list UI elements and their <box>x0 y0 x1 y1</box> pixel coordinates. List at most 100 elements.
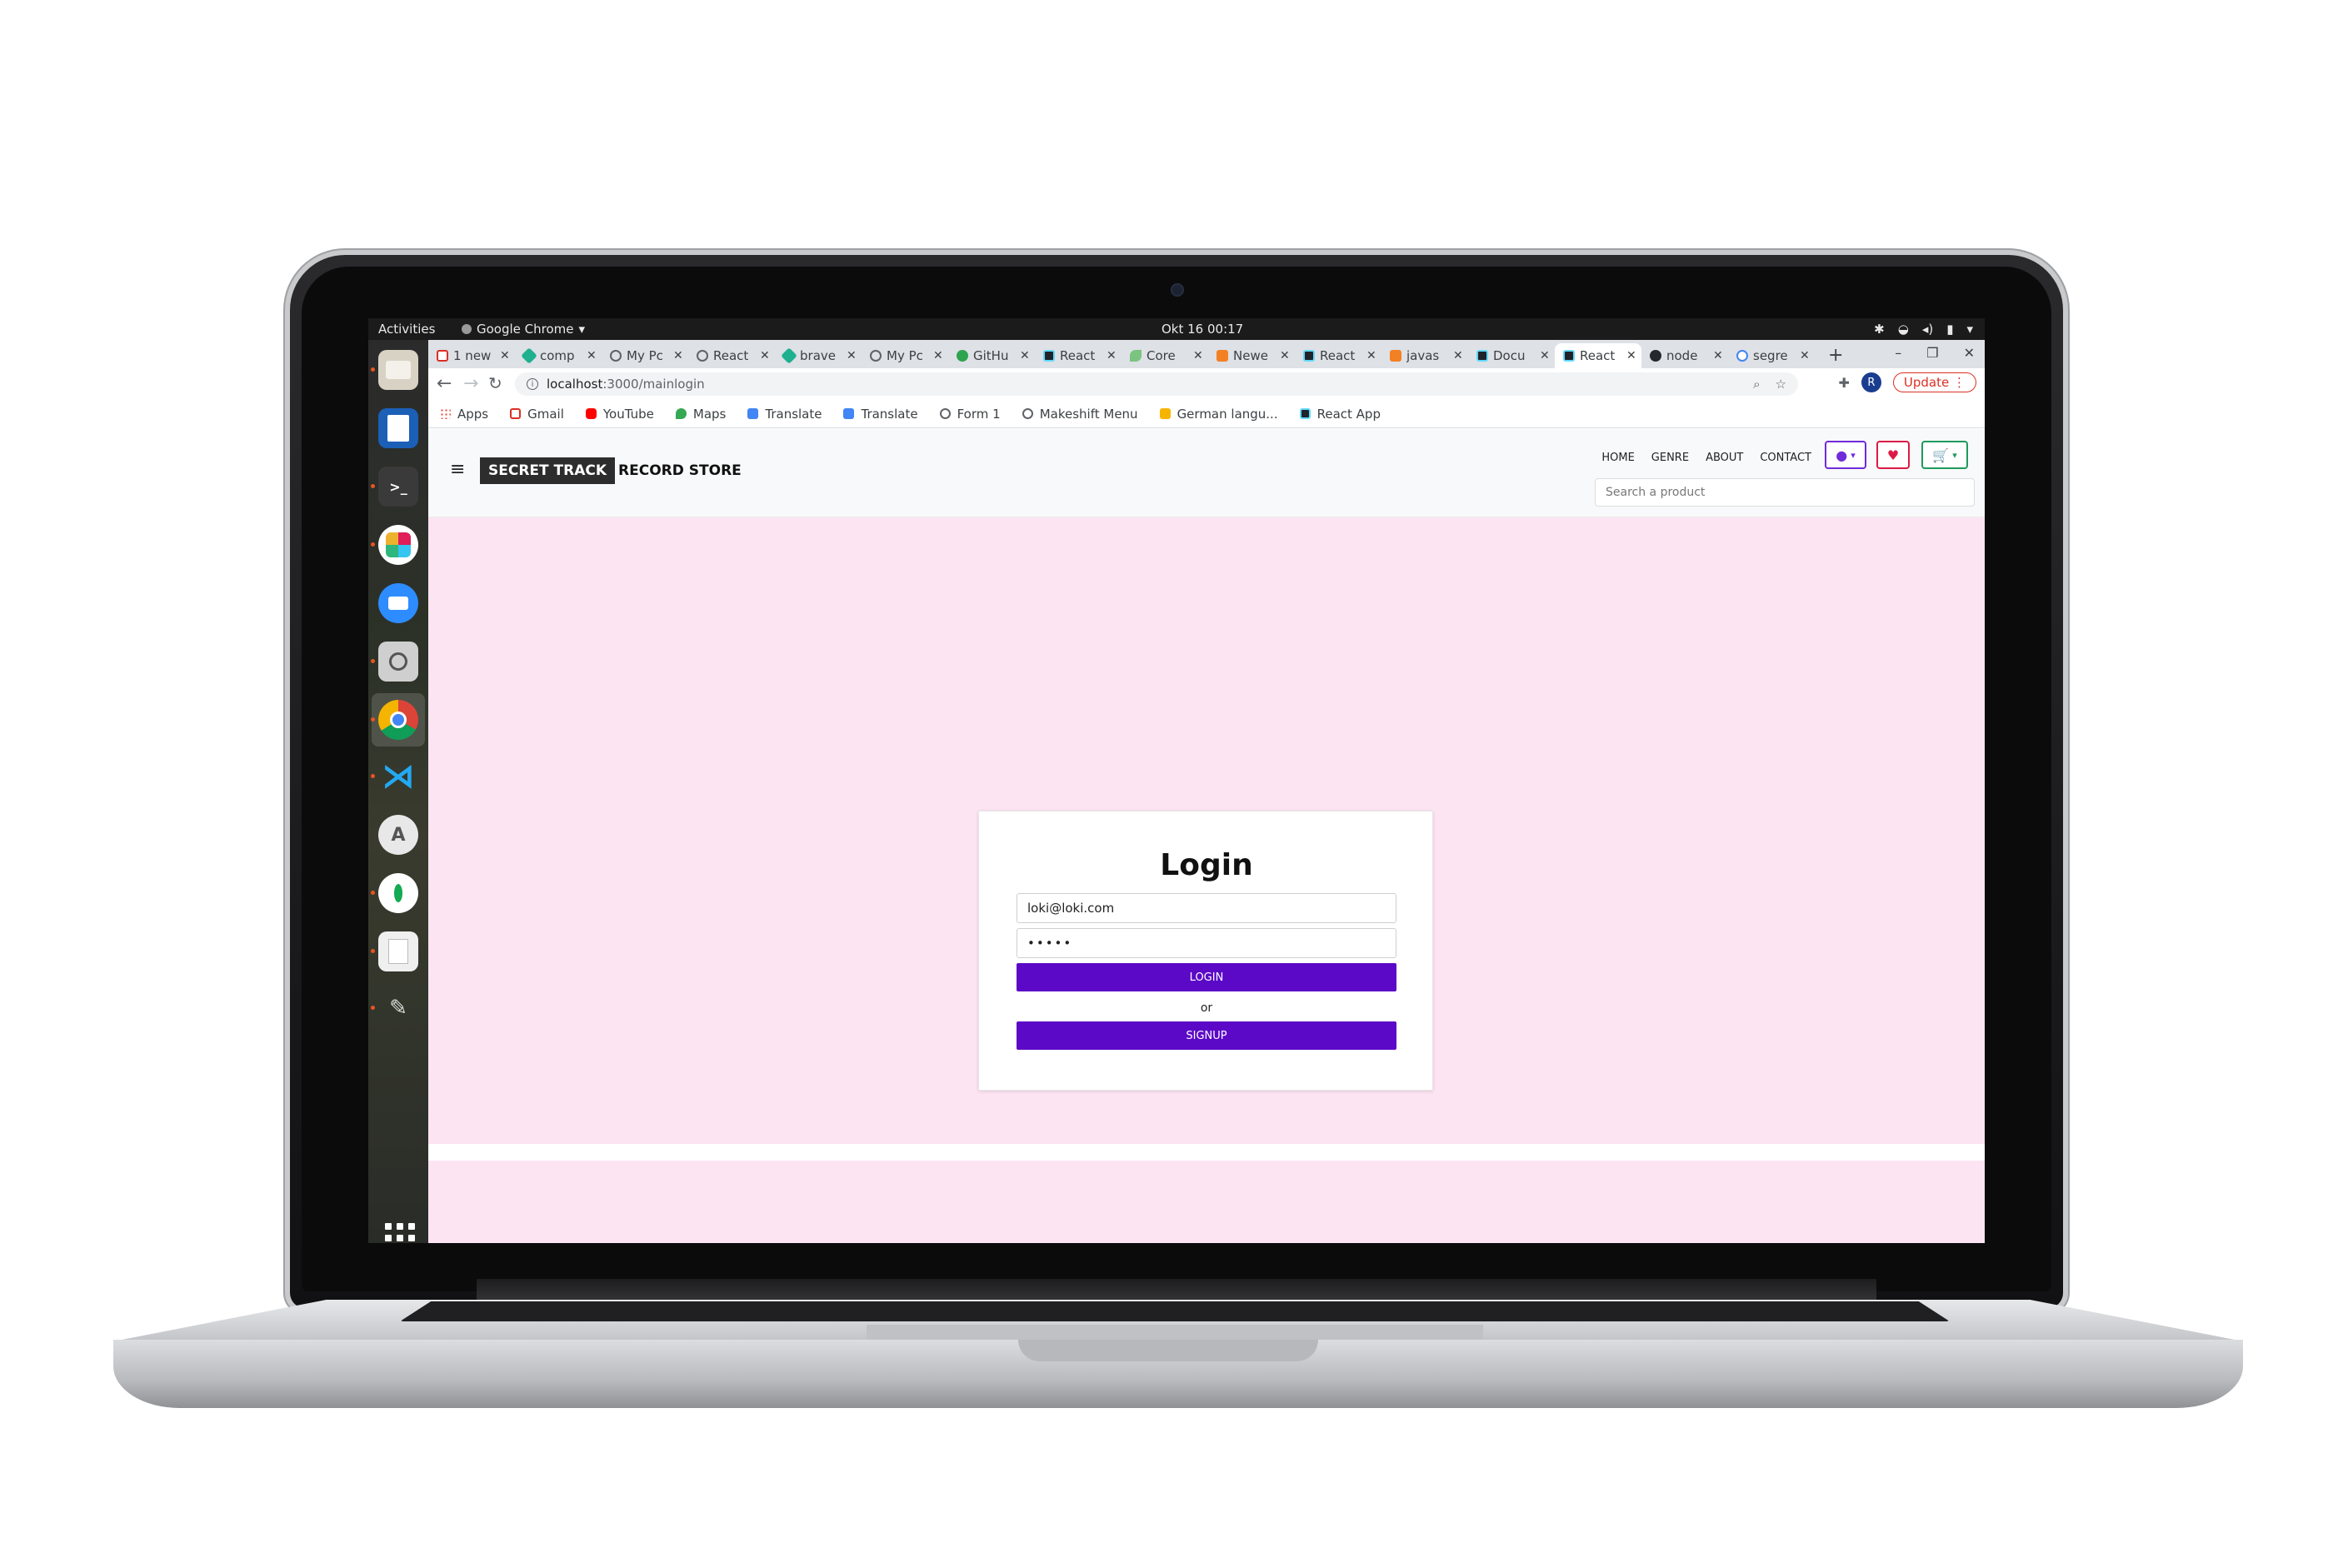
cart-button[interactable]: 🛒 ▾ <box>1921 441 1968 469</box>
or-divider: or <box>1200 1001 1213 1015</box>
info-icon[interactable]: i <box>527 378 538 390</box>
bookmark-star-icon[interactable]: ☆ <box>1776 377 1786 392</box>
email-field[interactable]: loki@loki.com <box>1017 893 1396 923</box>
bookmark-item[interactable]: Apps <box>440 407 488 422</box>
browser-tab[interactable]: comp ✕ <box>515 343 602 368</box>
bookmark-item[interactable]: Translate <box>747 407 822 422</box>
close-icon[interactable]: ✕ <box>760 349 770 362</box>
browser-tab[interactable]: javas ✕ <box>1381 343 1468 368</box>
react-icon <box>1563 350 1575 362</box>
os-top-bar: Activities Google Chrome ▾ Okt 16 00:17 … <box>368 318 1985 340</box>
nav-contact[interactable]: CONTACT <box>1760 452 1811 464</box>
user-menu-button[interactable]: ● ▾ <box>1825 441 1866 469</box>
close-icon[interactable]: ✕ <box>933 349 943 362</box>
close-icon[interactable]: ✕ <box>1626 349 1636 362</box>
update-button[interactable]: Update ⋮ <box>1892 372 1976 392</box>
nav-genre[interactable]: GENRE <box>1651 452 1689 464</box>
globe-icon <box>610 350 622 362</box>
react-icon <box>1299 408 1311 419</box>
close-icon[interactable]: ✕ <box>673 349 683 362</box>
browser-tab[interactable]: Newe ✕ <box>1208 343 1295 368</box>
address-bar[interactable]: i localhost:3000/mainlogin ⌕ ☆ <box>515 372 1798 396</box>
password-field[interactable]: ••••• <box>1017 928 1396 958</box>
vscode-icon[interactable]: ⋊ <box>378 757 418 796</box>
browser-tab[interactable]: Docu ✕ <box>1468 343 1555 368</box>
browser-tab[interactable]: segre ✕ <box>1728 343 1815 368</box>
terminal-icon[interactable]: >_ <box>378 467 418 507</box>
mongodb-compass-icon[interactable] <box>378 873 418 913</box>
bookmark-item[interactable]: German langu... <box>1159 407 1278 422</box>
zoom-icon[interactable] <box>378 583 418 623</box>
close-icon[interactable]: ✕ <box>1800 349 1810 362</box>
browser-tab[interactable]: My Pc ✕ <box>602 343 688 368</box>
site-logo[interactable]: SECRET TRACK RECORD STORE <box>480 457 742 484</box>
bookmark-item[interactable]: Maps <box>675 407 726 422</box>
webcam <box>1171 283 1184 297</box>
close-window-icon[interactable]: ✕ <box>1964 345 1975 361</box>
close-icon[interactable]: ✕ <box>847 349 857 362</box>
software-center-icon[interactable]: A <box>378 815 418 855</box>
nav-home[interactable]: HOME <box>1601 452 1634 464</box>
gimp-icon[interactable]: ✎ <box>378 988 418 1028</box>
extensions-icon[interactable]: ✚ <box>1838 375 1849 391</box>
favorites-button[interactable]: ♥ <box>1876 441 1910 469</box>
forward-icon[interactable]: → <box>463 373 478 394</box>
zoom-icon[interactable]: ⌕ <box>1753 377 1760 392</box>
close-icon[interactable]: ✕ <box>1193 349 1203 362</box>
close-icon[interactable]: ✕ <box>1020 349 1030 362</box>
nav-about[interactable]: ABOUT <box>1706 452 1743 464</box>
laptop-trackpad <box>867 1325 1483 1341</box>
files-icon[interactable] <box>378 350 418 390</box>
bookmark-item[interactable]: Translate <box>843 407 918 422</box>
close-icon[interactable]: ✕ <box>1280 349 1290 362</box>
minimize-icon[interactable]: – <box>1895 345 1901 361</box>
browser-tab-active[interactable]: React ✕ <box>1555 343 1641 368</box>
slack-icon[interactable] <box>378 525 418 565</box>
profile-avatar[interactable]: R <box>1861 372 1881 392</box>
close-icon[interactable]: ✕ <box>1713 349 1723 362</box>
browser-tab[interactable]: Core ✕ <box>1122 343 1208 368</box>
chrome-icon[interactable] <box>378 700 418 740</box>
login-title: Login <box>1160 848 1253 882</box>
restore-icon[interactable]: ❐ <box>1926 345 1938 361</box>
system-tray[interactable]: ✱ ◒ ◂) ▮ ▾ <box>1874 322 1973 337</box>
close-icon[interactable]: ✕ <box>1453 349 1463 362</box>
writer-icon[interactable] <box>378 408 418 448</box>
browser-tab[interactable]: React ✕ <box>1035 343 1122 368</box>
react-icon <box>1303 350 1315 362</box>
browser-tab[interactable]: GitHu ✕ <box>948 343 1035 368</box>
bookmark-item[interactable]: Makeshift Menu <box>1022 407 1138 422</box>
bookmark-item[interactable]: Form 1 <box>939 407 1001 422</box>
bookmark-item[interactable]: React App <box>1299 407 1381 422</box>
reload-icon[interactable]: ↻ <box>488 373 502 393</box>
browser-tab[interactable]: My Pc ✕ <box>862 343 948 368</box>
browser-tab[interactable]: React ✕ <box>688 343 775 368</box>
browser-tab[interactable]: node ✕ <box>1641 343 1728 368</box>
activities-button[interactable]: Activities <box>378 322 435 337</box>
close-icon[interactable]: ✕ <box>1366 349 1376 362</box>
browser-tab[interactable]: brave ✕ <box>775 343 862 368</box>
bookmark-item[interactable]: Gmail <box>510 407 564 422</box>
back-icon[interactable]: ← <box>437 373 452 394</box>
image-viewer-icon[interactable] <box>378 642 418 682</box>
clock[interactable]: Okt 16 00:17 <box>1162 322 1243 337</box>
close-icon[interactable]: ✕ <box>500 349 510 362</box>
login-button[interactable]: LOGIN <box>1017 963 1396 991</box>
hamburger-menu-icon[interactable]: ≡ <box>450 459 465 480</box>
translate-icon <box>843 408 855 419</box>
browser-tab[interactable]: React ✕ <box>1295 343 1381 368</box>
chevron-down-icon: ▾ <box>1966 322 1973 337</box>
signup-button[interactable]: SIGNUP <box>1017 1021 1396 1050</box>
new-tab-button[interactable]: + <box>1828 345 1843 366</box>
browser-tab[interactable]: 1 new ✕ <box>428 343 515 368</box>
show-applications-icon[interactable] <box>385 1223 415 1243</box>
search-input[interactable]: Search a product <box>1595 478 1975 507</box>
app-menu[interactable]: Google Chrome ▾ <box>462 322 585 337</box>
document-viewer-icon[interactable] <box>378 931 418 971</box>
close-icon[interactable]: ✕ <box>1540 349 1550 362</box>
close-icon[interactable]: ✕ <box>1107 349 1117 362</box>
laptop-keyboard <box>400 1301 1950 1321</box>
close-icon[interactable]: ✕ <box>587 349 597 362</box>
window-controls: – ❐ ✕ <box>1895 345 1975 361</box>
bookmark-item[interactable]: YouTube <box>585 407 654 422</box>
